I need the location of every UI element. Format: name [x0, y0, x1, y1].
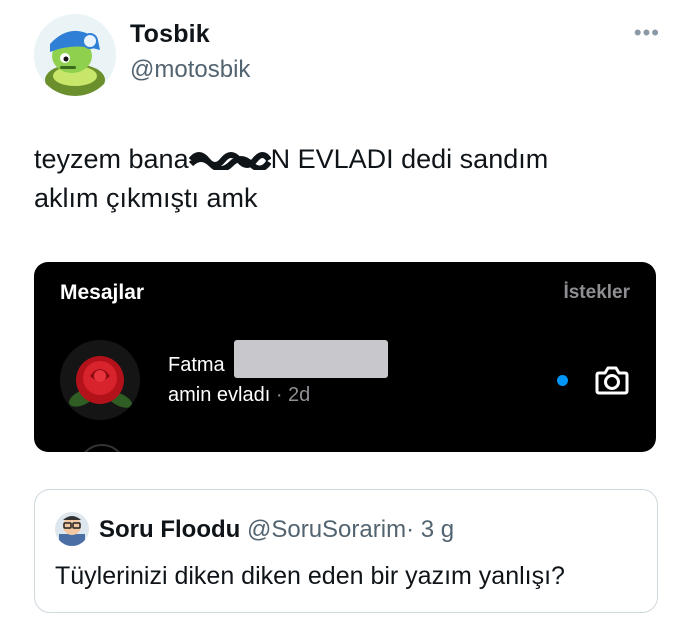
- author-handle[interactable]: @motosbik: [130, 56, 250, 84]
- preview-time: · 2d: [275, 384, 311, 406]
- cartoon-avatar-icon[interactable]: [55, 512, 89, 546]
- quoted-tweet[interactable]: Soru Floodu @SoruSorarim· 3 g Tüyleriniz…: [34, 489, 658, 613]
- conversation-preview: amin evladı · 2d: [168, 384, 310, 407]
- requests-link[interactable]: İstekler: [563, 282, 630, 304]
- tweet-text-line2: aklım çıkmıştı amk: [34, 183, 258, 213]
- conversation-row[interactable]: Fatma amin evladı · 2d: [34, 332, 656, 428]
- author-display-name[interactable]: Tosbik: [130, 20, 210, 49]
- censor-scribble: [188, 150, 271, 170]
- dm-screenshot-image[interactable]: Mesajlar İstekler Fatma amin evladı · 2d: [34, 262, 656, 452]
- tweet-text-part2: N EVLADI dedi sandım: [270, 144, 549, 174]
- tweet-text-part1: teyzem bana: [34, 144, 189, 174]
- more-options-icon[interactable]: •••: [634, 20, 660, 46]
- tweet-header: Tosbik @motosbik •••: [34, 14, 664, 100]
- preview-text: amin evladı: [168, 384, 271, 406]
- redacted-name-block: [234, 340, 388, 378]
- camera-icon[interactable]: [594, 362, 630, 398]
- quoted-handle[interactable]: @SoruSorarim: [247, 516, 406, 543]
- unread-dot: [557, 375, 568, 386]
- conversation-name: Fatma: [168, 354, 225, 376]
- quoted-text: Tüylerinizi diken diken eden bir yazım y…: [55, 562, 565, 590]
- tweet-text: teyzem bana N EVLADI dedi sandım aklım çı…: [34, 140, 654, 218]
- quoted-author: Soru Floodu @SoruSorarim· 3 g: [99, 516, 454, 544]
- rose-avatar-icon: [60, 340, 140, 420]
- quoted-display-name[interactable]: Soru Floodu: [99, 516, 240, 543]
- turtle-avatar-icon[interactable]: [34, 14, 116, 96]
- next-conversation-avatar: [78, 444, 126, 452]
- dm-title: Mesajlar: [60, 281, 145, 304]
- quoted-time: · 3 g: [406, 516, 455, 543]
